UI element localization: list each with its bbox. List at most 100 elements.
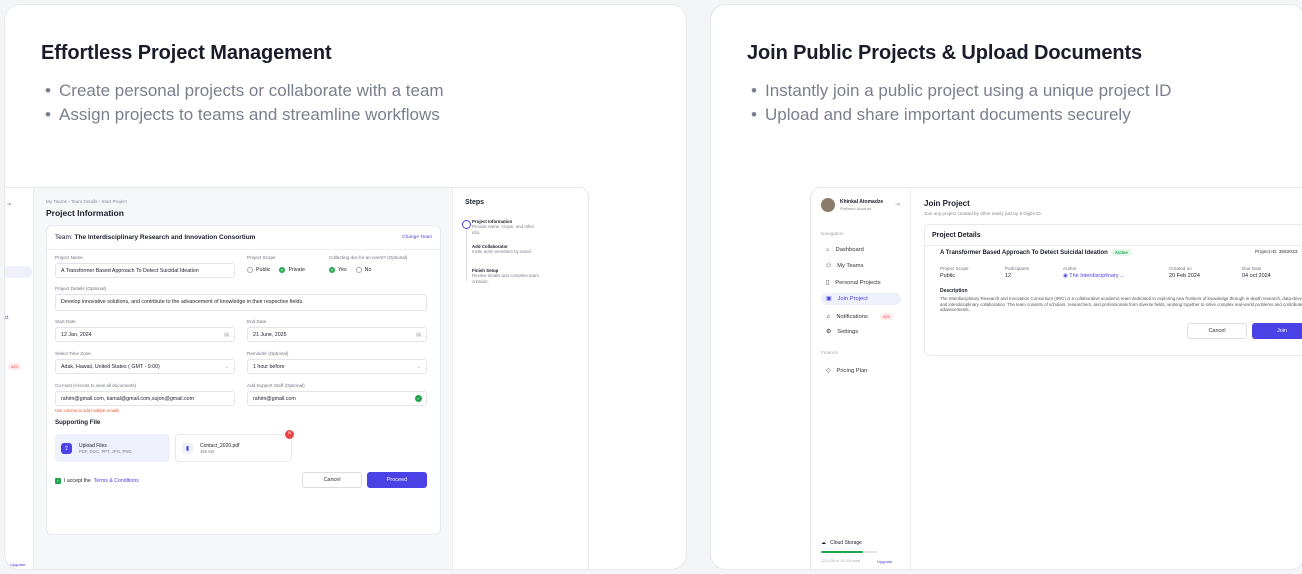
description-text: The Interdisciplinary Research and Innov… (940, 296, 1302, 313)
feature-list: Create personal projects or collaborate … (45, 79, 444, 126)
cloud-icon: ☁ (821, 540, 826, 546)
project-id: Project ID: 3592023 (1255, 250, 1298, 255)
team-name: The Interdisciplinary Research and Innov… (74, 234, 256, 241)
attached-file: ▮ Contact_2020.pdf 456 KB × (175, 430, 294, 462)
storage-bar (821, 551, 877, 553)
sidebar-item-my-teams[interactable]: ⚇ My Teams (821, 260, 901, 272)
scope-public-radio[interactable]: Public (247, 267, 270, 273)
storage-fill (821, 551, 863, 553)
proceed-button[interactable]: Proceed (367, 472, 427, 488)
steps-title: Steps (465, 199, 485, 206)
project-name: A Transformer Based Approach To Detect S… (940, 250, 1108, 256)
check-icon: ✓ (415, 395, 422, 402)
team-label: Team: (55, 234, 73, 241)
end-date-input[interactable]: 21 June, 2025 ▤ (247, 327, 427, 342)
scope-label: Project Scope (247, 255, 276, 260)
upload-files-button[interactable]: ⇪ Upload Files PDF, DOC, PPT, JPG, PNG (55, 434, 170, 462)
created-value: 20 Feb 2024 (1169, 273, 1200, 279)
calendar-icon: ▤ (415, 332, 421, 338)
gear-icon: ⚙ (826, 329, 832, 335)
scope-label: Project Scope (940, 266, 969, 271)
project-form-screenshot: ⇥ m oject 425 Upgrade My Teams › Team De… (4, 187, 589, 569)
sidebar-item-notifications[interactable]: ♫ Notifications 425 (821, 310, 901, 323)
change-team-link[interactable]: Change Team (402, 235, 432, 240)
created-label: Created on (1169, 266, 1192, 271)
step-item: Project Information Provide name, scope, … (472, 219, 535, 235)
logout-icon[interactable]: ⇥ (6, 201, 11, 208)
join-project-screenshot: Khinkal Atomadze Platinum Account ⇥ Navi… (810, 187, 1302, 569)
collect-radio-group: Yes No (329, 267, 371, 273)
supporting-file-heading: Supporting File (55, 419, 101, 426)
details-textarea[interactable]: Develop innovative solutions, and contri… (55, 294, 427, 311)
participants-label: Participants (1005, 266, 1030, 271)
avatar[interactable] (821, 198, 835, 212)
collect-yes-radio[interactable]: Yes (329, 267, 347, 273)
checkbox-icon: ✓ (55, 478, 61, 484)
cohost-input[interactable]: rahim@gmail.com, kamal@gmail.com,sujon@g… (55, 391, 235, 406)
steps-line (466, 221, 467, 281)
description-label: Description (940, 288, 968, 294)
status-badge: Active (1110, 249, 1132, 256)
breadcrumb[interactable]: My Teams › Team Details › Start Project (46, 199, 127, 204)
terms-checkbox-row[interactable]: ✓ I accept the Terms & Conditions (55, 478, 139, 484)
support-input[interactable]: rahim@gmail.com ✓ (247, 391, 427, 406)
upgrade-link[interactable]: Upgrade (877, 559, 892, 564)
upgrade-link[interactable]: Upgrade (10, 562, 25, 567)
start-date-input[interactable]: 12 Jan, 2024 ▤ (55, 327, 235, 342)
cancel-button[interactable]: Cancel (302, 472, 362, 488)
project-name-row: A Transformer Based Approach To Detect S… (940, 249, 1132, 256)
page-title: Join Project (924, 199, 970, 208)
card-title: Join Public Projects & Upload Documents (747, 42, 1143, 64)
feature-list: Instantly join a public project using a … (751, 79, 1171, 126)
participants-value: 12 (1005, 273, 1012, 279)
sidebar-item-dashboard[interactable]: ⌂ Dashboard (821, 244, 901, 256)
scope-private-radio[interactable]: Private (279, 267, 305, 273)
step-indicator (462, 220, 471, 229)
start-date-label: Start Date (55, 319, 76, 324)
feature-card-join-projects: Join Public Projects & Upload Documents … (710, 4, 1302, 570)
logout-icon[interactable]: ⇥ (895, 201, 900, 208)
sidebar-item-pricing[interactable]: ◇ Pricing Plan (821, 365, 901, 377)
sidebar-item-label: oject (4, 315, 9, 321)
feature-bullet: Assign projects to teams and streamline … (45, 103, 444, 127)
cohost-label: Co-Host (Access to view all documents) (55, 383, 137, 388)
page-subtitle: Join any project created by other easily… (924, 211, 1042, 216)
notification-badge: 425 (879, 313, 893, 320)
main-content: My Teams › Team Details › Start Project … (34, 188, 451, 569)
terms-link[interactable]: Terms & Conditions (94, 478, 139, 484)
author-value[interactable]: ◉ The Interdisciplinary ... (1063, 273, 1125, 279)
project-form: Team: The Interdisciplinary Research and… (46, 225, 441, 535)
remove-file-icon[interactable]: × (285, 430, 294, 439)
cancel-button[interactable]: Cancel (1187, 323, 1247, 339)
collect-no-radio[interactable]: No (355, 267, 371, 273)
scope-radio-group: Public Private (247, 267, 305, 273)
storage-used: 12.5 GB of 15 GB used (821, 559, 861, 563)
sidebar-item-personal-projects[interactable]: ▯ Personal Projects (821, 277, 901, 289)
step-item: Finish Setup Review details and complete … (472, 268, 539, 284)
reminder-select[interactable]: 1 hour before ⌄ (247, 359, 427, 374)
end-date-label: End Date (247, 319, 267, 324)
join-button[interactable]: Join (1252, 323, 1302, 339)
timezone-select[interactable]: Adak, Hawaii, United States ( GMT - 9:00… (55, 359, 235, 374)
users-icon: ⚇ (826, 263, 832, 269)
sidebar-item-settings[interactable]: ⚙ Settings (821, 326, 901, 338)
team-icon: ◉ (1063, 273, 1068, 279)
step-item: Add Collaborator Invite team members by e… (472, 244, 532, 255)
feature-bullet: Instantly join a public project using a … (751, 79, 1171, 103)
divider (47, 249, 440, 250)
steps-panel: Steps Project Information Provide name, s… (452, 188, 588, 569)
home-icon: ⌂ (826, 247, 830, 253)
file-icon: ▮ (182, 442, 193, 454)
sidebar-item-join-project[interactable]: ▣ Join Project (821, 293, 901, 305)
upload-icon: ⇪ (61, 442, 72, 454)
due-label: Due Date (1242, 266, 1262, 271)
project-name-input[interactable]: A Transformer Based Approach To Detect S… (55, 263, 235, 278)
nav-section-label: Finance (821, 351, 839, 356)
main-content: Join Project Join any project created by… (911, 188, 1302, 569)
sidebar-active-item[interactable] (5, 266, 32, 278)
cohost-error: Use comma to add multiple emails (55, 408, 120, 413)
feature-card-project-management: Effortless Project Management Create per… (4, 4, 687, 570)
calendar-icon: ▤ (223, 332, 229, 338)
support-label: Add Support Staff (Optional) (247, 383, 305, 388)
team-row: Team: The Interdisciplinary Research and… (55, 234, 255, 241)
